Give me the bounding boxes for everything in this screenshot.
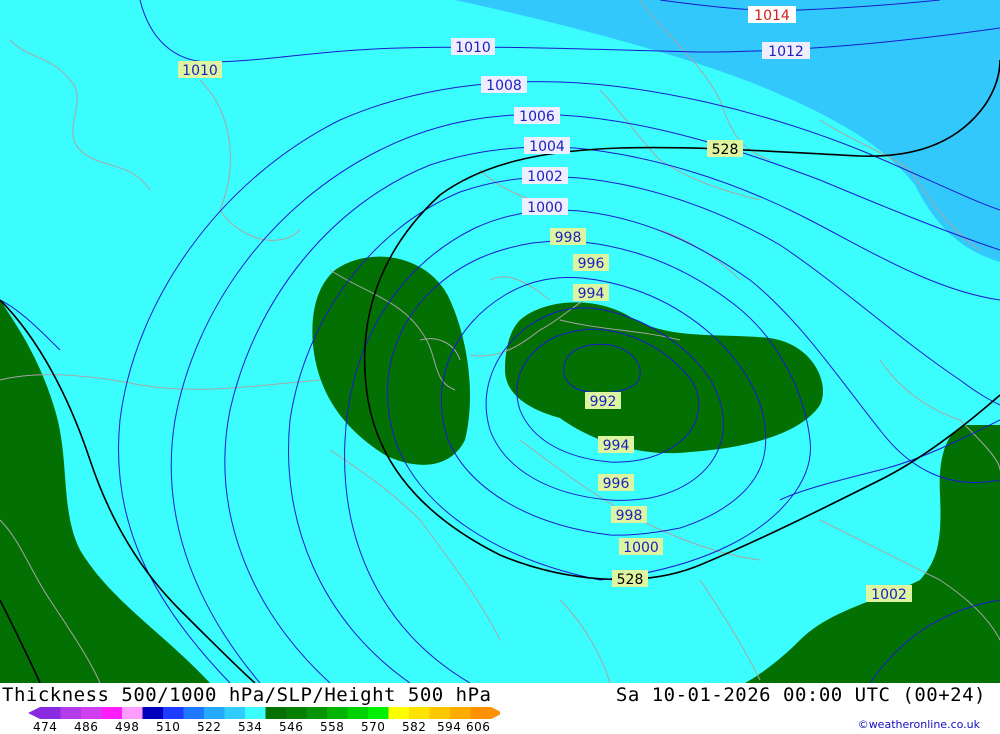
legend-swatch: [40, 707, 61, 719]
legend-swatch: [224, 707, 246, 719]
isobar-label: 998: [611, 506, 647, 524]
legend-tick: 582: [402, 720, 427, 734]
color-legend-bar: [28, 707, 500, 719]
isobar-label: 992: [585, 392, 621, 410]
isobar-label: 994: [573, 284, 609, 302]
svg-text:1010: 1010: [182, 63, 218, 79]
svg-text:1012: 1012: [768, 44, 804, 60]
legend-tick: 486: [74, 720, 99, 734]
svg-text:1000: 1000: [527, 200, 563, 216]
isobar-label: 1000: [619, 538, 663, 556]
svg-text:528: 528: [712, 142, 739, 158]
svg-text:1008: 1008: [486, 78, 522, 94]
svg-text:998: 998: [555, 230, 582, 246]
legend-swatch: [450, 707, 471, 719]
isobar-label: 1006: [514, 107, 560, 125]
map-footer: Thickness 500/1000 hPa/SLP/Height 500 hP…: [0, 683, 1000, 734]
isobar-label: 996: [573, 254, 609, 272]
svg-text:996: 996: [603, 476, 630, 492]
legend-arrow-right: [491, 707, 500, 719]
legend-swatch: [347, 707, 369, 719]
legend-tick: 558: [320, 720, 345, 734]
legend-tick: 594: [437, 720, 462, 734]
isobar-label: 998: [550, 228, 586, 246]
isobar-label: 1002: [866, 585, 912, 603]
legend-swatch: [245, 707, 266, 719]
legend-swatch: [368, 707, 389, 719]
legend-tick: 474: [33, 720, 58, 734]
legend-swatch: [429, 707, 451, 719]
svg-text:1010: 1010: [455, 40, 491, 56]
legend-swatch: [204, 707, 225, 719]
isobar-label: 1012: [762, 42, 810, 60]
legend-tick: 522: [197, 720, 222, 734]
isobar-label: 1000: [522, 198, 568, 216]
height-label: 528: [707, 140, 743, 158]
svg-text:1004: 1004: [529, 139, 565, 155]
legend-tick: 498: [115, 720, 140, 734]
isobar-label: 1010: [178, 61, 222, 79]
legend-swatch: [183, 707, 205, 719]
svg-text:996: 996: [578, 256, 605, 272]
legend-swatch: [60, 707, 82, 719]
isobar-label: 1004: [524, 137, 570, 155]
isobar-label: 994: [598, 436, 634, 454]
valid-time: Sa 10-01-2026 00:00 UTC (00+24): [615, 684, 986, 706]
legend-tick: 546: [279, 720, 304, 734]
weather-map: 1014 1012 1010 1010 1008 1006 1004 1002 …: [0, 0, 1000, 683]
legend-swatch: [409, 707, 430, 719]
legend-swatch: [142, 707, 164, 719]
svg-text:994: 994: [578, 286, 605, 302]
legend-arrow-left: [28, 707, 40, 719]
svg-text:992: 992: [590, 394, 617, 410]
isobar-label: 996: [598, 474, 634, 492]
map-title: Thickness 500/1000 hPa/SLP/Height 500 hP…: [2, 684, 492, 706]
svg-text:1002: 1002: [871, 587, 907, 603]
legend-swatch: [388, 707, 410, 719]
svg-text:528: 528: [617, 572, 644, 588]
legend-tick: 534: [238, 720, 263, 734]
isobar-label: 1002: [522, 167, 568, 185]
svg-text:1014: 1014: [754, 8, 790, 24]
legend-swatch: [327, 707, 348, 719]
svg-text:1006: 1006: [519, 109, 555, 125]
legend-swatch: [265, 707, 287, 719]
svg-text:994: 994: [603, 438, 630, 454]
legend-swatch: [163, 707, 184, 719]
svg-text:1002: 1002: [527, 169, 563, 185]
legend-tick: 570: [361, 720, 386, 734]
legend-swatch: [101, 707, 123, 719]
isobar-label: 1014: [748, 6, 796, 24]
svg-text:998: 998: [616, 508, 643, 524]
isobar-label: 1008: [481, 76, 527, 94]
legend-tick: 510: [156, 720, 181, 734]
legend-swatch: [286, 707, 307, 719]
legend-tick: 606: [466, 720, 491, 734]
credit-link[interactable]: ©weatheronline.co.uk: [858, 718, 980, 731]
legend-swatch: [81, 707, 102, 719]
isobar-label: 1010: [451, 38, 495, 56]
legend-swatch: [470, 707, 492, 719]
height-label: 528: [612, 570, 648, 588]
legend-swatch: [306, 707, 328, 719]
legend-swatch: [122, 707, 143, 719]
svg-text:1000: 1000: [623, 540, 659, 556]
